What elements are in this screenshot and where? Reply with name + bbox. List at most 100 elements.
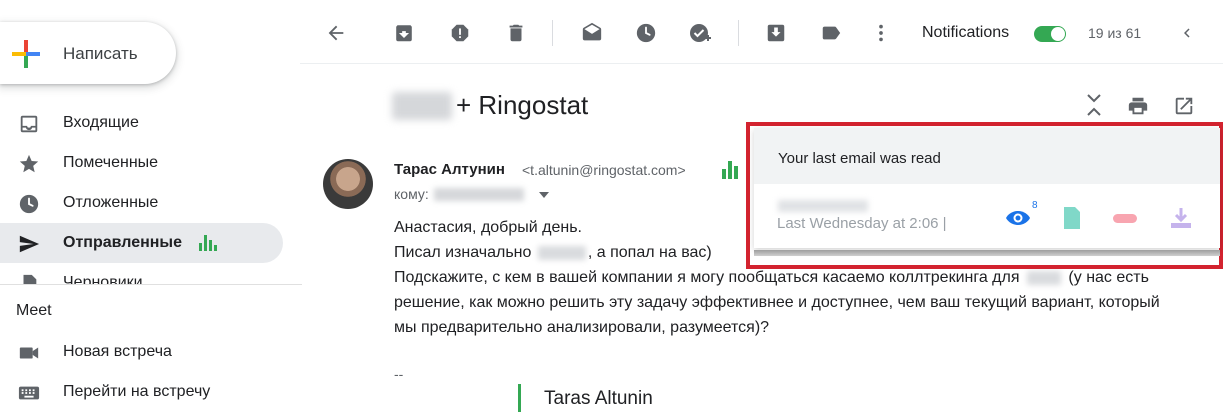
sidebar-divider (0, 284, 302, 285)
compose-button[interactable]: Написать (0, 22, 176, 84)
toggle-knob (1051, 27, 1065, 41)
body-line: решение, как можно решить эту задачу эфф… (394, 294, 1160, 311)
notifications-label: Notifications (922, 24, 1010, 41)
collapse-all-button[interactable] (1083, 93, 1105, 116)
delete-button[interactable] (503, 20, 529, 46)
meet-section-title: Meet (16, 302, 52, 319)
body-text-fragment: (у нас есть (1068, 269, 1149, 286)
star-icon (19, 154, 39, 173)
attachments-stat[interactable] (1060, 204, 1094, 232)
compose-label: Написать (63, 44, 138, 63)
sidebar-item-label: Помеченные (63, 154, 159, 171)
sidebar-item-join-meeting[interactable]: Перейти на встречу (0, 372, 283, 412)
sender-avatar[interactable] (323, 159, 373, 209)
mark-unread-button[interactable] (579, 20, 605, 46)
toolbar-separator (552, 20, 553, 46)
sidebar-item-label: Перейти на встречу (63, 383, 211, 400)
caret-down-icon[interactable] (538, 190, 550, 200)
signature-name: Taras Altunin (544, 388, 653, 409)
popup-title: Your last email was read (778, 150, 941, 167)
label-icon (822, 26, 841, 40)
archive-icon (396, 25, 412, 42)
draft-icon (23, 274, 37, 284)
eye-icon (1006, 211, 1030, 225)
recipient-redacted (434, 188, 524, 201)
body-line: Подскажите, с кем в вашей компании я мог… (394, 269, 1149, 287)
open-in-new-window-button[interactable] (1173, 95, 1195, 117)
sender-name[interactable]: Тарас Алтунин (394, 161, 505, 178)
signature-accent-bar (518, 384, 521, 412)
read-timestamp: Last Wednesday at 2:06 | (777, 215, 947, 232)
file-icon (1064, 207, 1080, 229)
back-button[interactable] (323, 20, 349, 46)
add-task-icon (690, 24, 711, 42)
more-button[interactable] (868, 20, 894, 46)
tracking-bars-icon[interactable] (722, 161, 742, 179)
open-external-icon (1175, 97, 1193, 115)
body-line: Анастасия, добрый день. (394, 219, 582, 236)
report-spam-button[interactable] (447, 20, 473, 46)
inbox-icon (20, 115, 38, 133)
downloads-stat[interactable] (1168, 204, 1202, 232)
popup-header: Your last email was read (754, 128, 1220, 184)
archive-button[interactable] (391, 20, 417, 46)
more-vertical-icon (879, 24, 883, 42)
sidebar-item-label: Новая встреча (63, 343, 172, 360)
sidebar-item-sent[interactable]: Отправленные (0, 223, 283, 263)
message-counter: 19 из 61 (1088, 25, 1142, 41)
sidebar-item-starred[interactable]: Помеченные (0, 143, 283, 183)
body-line: мы предварительно анализировали, разумее… (394, 319, 770, 336)
sender-email: <t.altunin@ringostat.com> (522, 162, 686, 178)
envelope-open-icon (582, 22, 602, 41)
sidebar-item-snoozed[interactable]: Отложенные (0, 183, 283, 223)
sidebar-item-label: Входящие (63, 114, 139, 131)
print-icon (1128, 97, 1148, 115)
clock-icon (636, 23, 656, 43)
subject-redacted (392, 92, 452, 120)
arrow-left-icon (328, 25, 344, 41)
toolbar-separator (738, 20, 739, 46)
recipient-label: кому: (394, 186, 429, 202)
previous-message-button[interactable] (1174, 20, 1200, 46)
link-icon (1113, 214, 1137, 223)
sidebar-item-label: Черновики (63, 274, 143, 284)
sidebar-item-label: Отложенные (63, 194, 159, 211)
tracking-popup: Your last email was read Last Wednesday … (754, 128, 1220, 248)
toolbar-divider (300, 63, 1223, 64)
redacted-word (1026, 270, 1061, 285)
notifications-toggle[interactable] (1034, 26, 1066, 42)
sidebar-item-inbox[interactable]: Входящие (0, 103, 283, 143)
message-subject: + Ringostat (456, 90, 589, 120)
body-text-fragment: Подскажите, с кем в вашей компании я мог… (394, 269, 1020, 286)
recipient-redacted (778, 200, 868, 212)
body-line: Писал изначально , а попал на вас) (394, 244, 712, 262)
tracking-bars-icon (199, 235, 217, 251)
sidebar-item-label: Отправленные (63, 234, 182, 251)
signature-separator: -- (394, 366, 404, 382)
labels-button[interactable] (818, 20, 844, 46)
body-text-fragment: Писал изначально (394, 244, 532, 261)
send-icon (19, 235, 40, 253)
move-to-button[interactable] (763, 20, 789, 46)
plus-icon (12, 40, 40, 68)
message-toolbar: Notifications 19 из 61 (300, 0, 1223, 64)
chevron-left-icon (1184, 28, 1190, 38)
views-count: 8 (1032, 200, 1038, 211)
print-all-button[interactable] (1127, 95, 1149, 117)
sidebar-item-drafts[interactable]: Черновики (0, 263, 283, 284)
snooze-button[interactable] (633, 20, 659, 46)
download-icon (1171, 208, 1191, 228)
move-to-icon (767, 24, 785, 42)
redacted-word (537, 245, 586, 260)
links-stat[interactable] (1110, 204, 1144, 232)
sidebar-item-new-meeting[interactable]: Новая встреча (0, 332, 283, 372)
add-to-tasks-button[interactable] (687, 20, 713, 46)
video-icon (19, 347, 39, 359)
sidebar: Написать Входящие Помеченные Отложенные … (0, 0, 302, 412)
keyboard-icon (18, 386, 40, 400)
collapse-icon (1087, 94, 1101, 116)
spam-icon (451, 24, 469, 42)
clock-icon (19, 194, 39, 214)
views-stat[interactable]: 8 (1004, 200, 1038, 232)
trash-icon (509, 24, 523, 42)
